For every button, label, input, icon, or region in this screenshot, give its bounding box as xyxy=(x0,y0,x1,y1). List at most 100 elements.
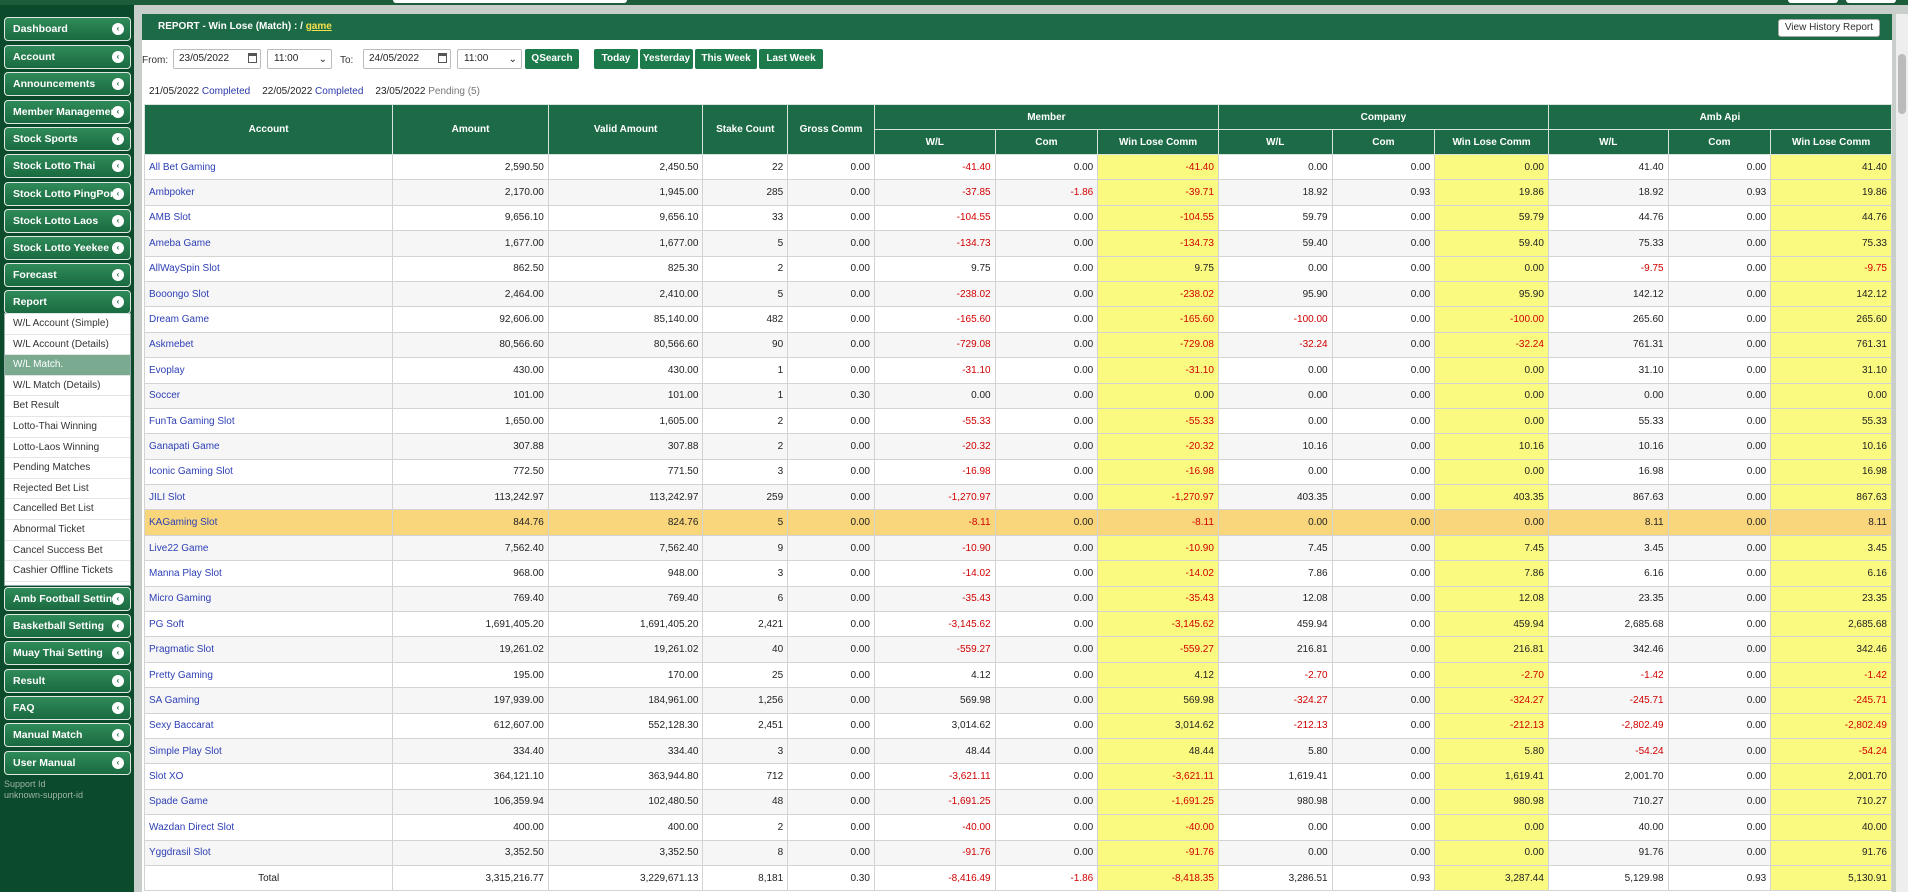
sidebar-item-stock-lotto-pingpong[interactable]: Stock Lotto PingPong ‹ xyxy=(4,182,131,206)
account-link[interactable]: Dream Game xyxy=(143,306,394,333)
table-row[interactable]: Manna Play Slot 968.00 948.00 3 0.00 -14.02 0.… xyxy=(143,560,1892,587)
to-time-select[interactable]: 11:00 ⌄ xyxy=(457,49,522,69)
sidebar-item-faq[interactable]: FAQ ‹ xyxy=(4,696,131,720)
account-link[interactable]: Live22 Game xyxy=(143,534,394,562)
sidebar-item-result[interactable]: Result ‹ xyxy=(4,669,131,693)
col-header-valid-amount[interactable]: Valid Amount xyxy=(547,104,704,155)
report-submenu-item[interactable]: W/L Match. xyxy=(5,355,130,376)
sidebar-item-announcements[interactable]: Announcements ‹ xyxy=(4,72,131,96)
report-submenu-item[interactable]: Lotto-Laos Winning xyxy=(5,438,130,459)
top-bar-field[interactable] xyxy=(393,0,627,3)
account-link[interactable]: Simple Play Slot xyxy=(143,737,394,765)
report-submenu-item[interactable]: Lotto-Thai Winning xyxy=(5,417,130,438)
account-link[interactable]: Micro Gaming xyxy=(143,585,394,613)
sidebar-item-user-manual[interactable]: User Manual ‹ xyxy=(4,751,131,775)
table-row[interactable]: Ameba Game 1,677.00 1,677.00 5 0.00 -134.73 0.… xyxy=(143,230,1892,257)
sidebar-item-stock-sports[interactable]: Stock Sports ‹ xyxy=(4,127,131,151)
col-header-company-win-lose-comm[interactable]: Win Lose Comm xyxy=(1434,129,1549,155)
col-header-member-win-lose-comm[interactable]: Win Lose Comm xyxy=(1097,129,1219,155)
table-row[interactable]: KAGaming Slot 844.76 824.76 5 0.00 -8.11 0.00-… xyxy=(143,509,1892,536)
view-history-report-button[interactable]: View History Report xyxy=(1777,19,1880,37)
report-submenu-item[interactable]: Pending Matches xyxy=(5,458,130,479)
table-row[interactable]: Ambpoker 2,170.00 1,945.00 285 0.00 -37.85 -1.… xyxy=(143,179,1892,206)
account-link[interactable]: Iconic Gaming Slot xyxy=(143,458,394,486)
col-header-stake-count[interactable]: Stake Count xyxy=(702,104,789,155)
table-row[interactable]: Micro Gaming 769.40 769.40 6 0.00 -35.43 0.00-… xyxy=(143,585,1892,613)
account-link[interactable]: JILI Slot xyxy=(143,484,394,511)
account-link[interactable]: FunTa Gaming Slot xyxy=(143,407,394,435)
table-total-row[interactable]: Total 3,315,216.77 3,229,671.13 8,181 0.30 -8… xyxy=(143,864,1892,892)
table-row[interactable]: All Bet Gaming 2,590.50 2,450.50 22 0.00 -41.… xyxy=(143,153,1892,181)
account-link[interactable]: AllWaySpin Slot xyxy=(143,255,394,282)
table-row[interactable]: Evoplay 430.00 430.00 1 0.00 -31.10 0.00 -31.10… xyxy=(143,357,1892,384)
report-submenu-item[interactable]: W/L Match (Details) xyxy=(5,376,130,397)
account-link[interactable]: Manna Play Slot xyxy=(143,560,394,587)
account-link[interactable]: Pretty Gaming xyxy=(143,661,394,689)
table-row[interactable]: Iconic Gaming Slot 772.50 771.50 3 0.00 -16.9… xyxy=(143,458,1892,486)
account-link[interactable]: Soccer xyxy=(143,382,394,409)
sidebar-item-stock-lotto-laos[interactable]: Stock Lotto Laos ‹ xyxy=(4,209,131,233)
account-link[interactable]: KAGaming Slot xyxy=(143,509,394,536)
table-row[interactable]: AllWaySpin Slot 862.50 825.30 2 0.00 9.75 0.00… xyxy=(143,255,1892,282)
table-row[interactable]: Yggdrasil Slot 3,352.50 3,352.50 8 0.00 -91.7… xyxy=(143,839,1892,866)
table-row[interactable]: Soccer 101.00 101.00 1 0.30 0.00 0.00 0.00 0.00 0… xyxy=(143,382,1892,409)
table-row[interactable]: Spade Game 106,359.94 102,480.50 48 0.00 -1,6… xyxy=(143,788,1892,816)
col-header-amb-api-win-lose-comm[interactable]: Win Lose Comm xyxy=(1770,129,1892,155)
this-week-button[interactable]: This Week xyxy=(695,49,757,69)
account-link[interactable]: Askmebet xyxy=(143,331,394,359)
table-row[interactable]: Booongo Slot 2,464.00 2,410.00 5 0.00 -238.02… xyxy=(143,280,1892,308)
account-link[interactable]: Wazdan Direct Slot xyxy=(143,814,394,841)
col-header-member-com[interactable]: Com xyxy=(994,129,1099,155)
report-submenu-item[interactable]: Abnormal Ticket xyxy=(5,520,130,541)
sidebar-item-account[interactable]: Account ‹ xyxy=(4,45,131,69)
sidebar-item-stock-lotto-yeekee[interactable]: Stock Lotto Yeekee ‹ xyxy=(4,236,131,260)
table-row[interactable]: Ganapati Game 307.88 307.88 2 0.00 -20.32 0.00… xyxy=(143,433,1892,460)
table-row[interactable]: Askmebet 80,566.60 80,566.60 90 0.00 -729.08 0… xyxy=(143,331,1892,359)
last-week-button[interactable]: Last Week xyxy=(759,49,823,69)
sidebar-item-member-management[interactable]: Member Management ‹ xyxy=(4,100,131,124)
to-date-input[interactable]: 24/05/2022 xyxy=(363,49,451,69)
calendar-icon[interactable] xyxy=(248,53,257,63)
qsearch-button[interactable]: QSearch xyxy=(525,49,579,69)
table-row[interactable]: Pragmatic Slot 19,261.02 19,261.02 40 0.00 -5… xyxy=(143,636,1892,663)
account-link[interactable]: Evoplay xyxy=(143,357,394,384)
table-row[interactable]: Pretty Gaming 195.00 170.00 25 0.00 4.12 0.00 4… xyxy=(143,661,1892,689)
account-link[interactable]: Sexy Baccarat xyxy=(143,712,394,739)
account-link[interactable]: Ameba Game xyxy=(143,230,394,257)
scrollbar-thumb[interactable] xyxy=(1898,54,1906,114)
from-date-input[interactable]: 23/05/2022 xyxy=(173,49,261,69)
account-link[interactable]: PG Soft xyxy=(143,611,394,638)
col-header-company-com[interactable]: Com xyxy=(1331,129,1436,155)
table-row[interactable]: PG Soft 1,691,405.20 1,691,405.20 2,421 0.00… xyxy=(143,611,1892,638)
account-link[interactable]: Booongo Slot xyxy=(143,280,394,308)
report-submenu-item[interactable]: Cashier Offline Tickets xyxy=(5,561,130,582)
table-row[interactable]: Slot XO 364,121.10 363,944.80 712 0.00 -3,621… xyxy=(143,763,1892,790)
report-submenu-item[interactable]: W/L Account (Details) xyxy=(5,335,130,356)
report-submenu-item[interactable]: Cancel Success Bet xyxy=(5,541,130,562)
table-row[interactable]: Wazdan Direct Slot 400.00 400.00 2 0.00 -40.0… xyxy=(143,814,1892,841)
col-header-amb-api-com[interactable]: Com xyxy=(1667,129,1772,155)
report-submenu-item[interactable]: W/L Account (Simple) xyxy=(5,314,130,335)
account-link[interactable]: AMB Slot xyxy=(143,204,394,232)
sidebar-item-stock-lotto-thai[interactable]: Stock Lotto Thai ‹ xyxy=(4,154,131,178)
sidebar-item-manual-match[interactable]: Manual Match ‹ xyxy=(4,723,131,747)
table-row[interactable]: JILI Slot 113,242.97 113,242.97 259 0.00 -1,2… xyxy=(143,484,1892,511)
account-link[interactable]: SA Gaming xyxy=(143,687,394,714)
sidebar-item-amb-football-setting[interactable]: Amb Football Setting ‹ xyxy=(4,587,131,611)
account-link[interactable]: Slot XO xyxy=(143,763,394,790)
col-header-gross-comm[interactable]: Gross Comm xyxy=(787,104,875,155)
sidebar-item-report[interactable]: Report ‹ xyxy=(4,290,131,314)
table-row[interactable]: SA Gaming 197,939.00 184,961.00 1,256 0.00 56… xyxy=(143,687,1892,714)
sidebar-item-basketball-setting[interactable]: Basketball Setting ‹ xyxy=(4,614,131,638)
vertical-scrollbar[interactable] xyxy=(1896,14,1908,892)
col-header-amount[interactable]: Amount xyxy=(392,104,549,155)
account-link[interactable]: Pragmatic Slot xyxy=(143,636,394,663)
table-row[interactable]: Sexy Baccarat 612,607.00 552,128.30 2,451 0.… xyxy=(143,712,1892,739)
sidebar-item-muay-thai-setting[interactable]: Muay Thai Setting ‹ xyxy=(4,641,131,665)
today-button[interactable]: Today xyxy=(594,49,638,69)
table-row[interactable]: Dream Game 92,606.00 85,140.00 482 0.00 -165.… xyxy=(143,306,1892,333)
account-link[interactable]: Ganapati Game xyxy=(143,433,394,460)
table-row[interactable]: Simple Play Slot 334.40 334.40 3 0.00 48.44 0.… xyxy=(143,737,1892,765)
calendar-icon[interactable] xyxy=(438,53,447,63)
report-submenu-item[interactable]: Cancelled Bet List xyxy=(5,499,130,520)
